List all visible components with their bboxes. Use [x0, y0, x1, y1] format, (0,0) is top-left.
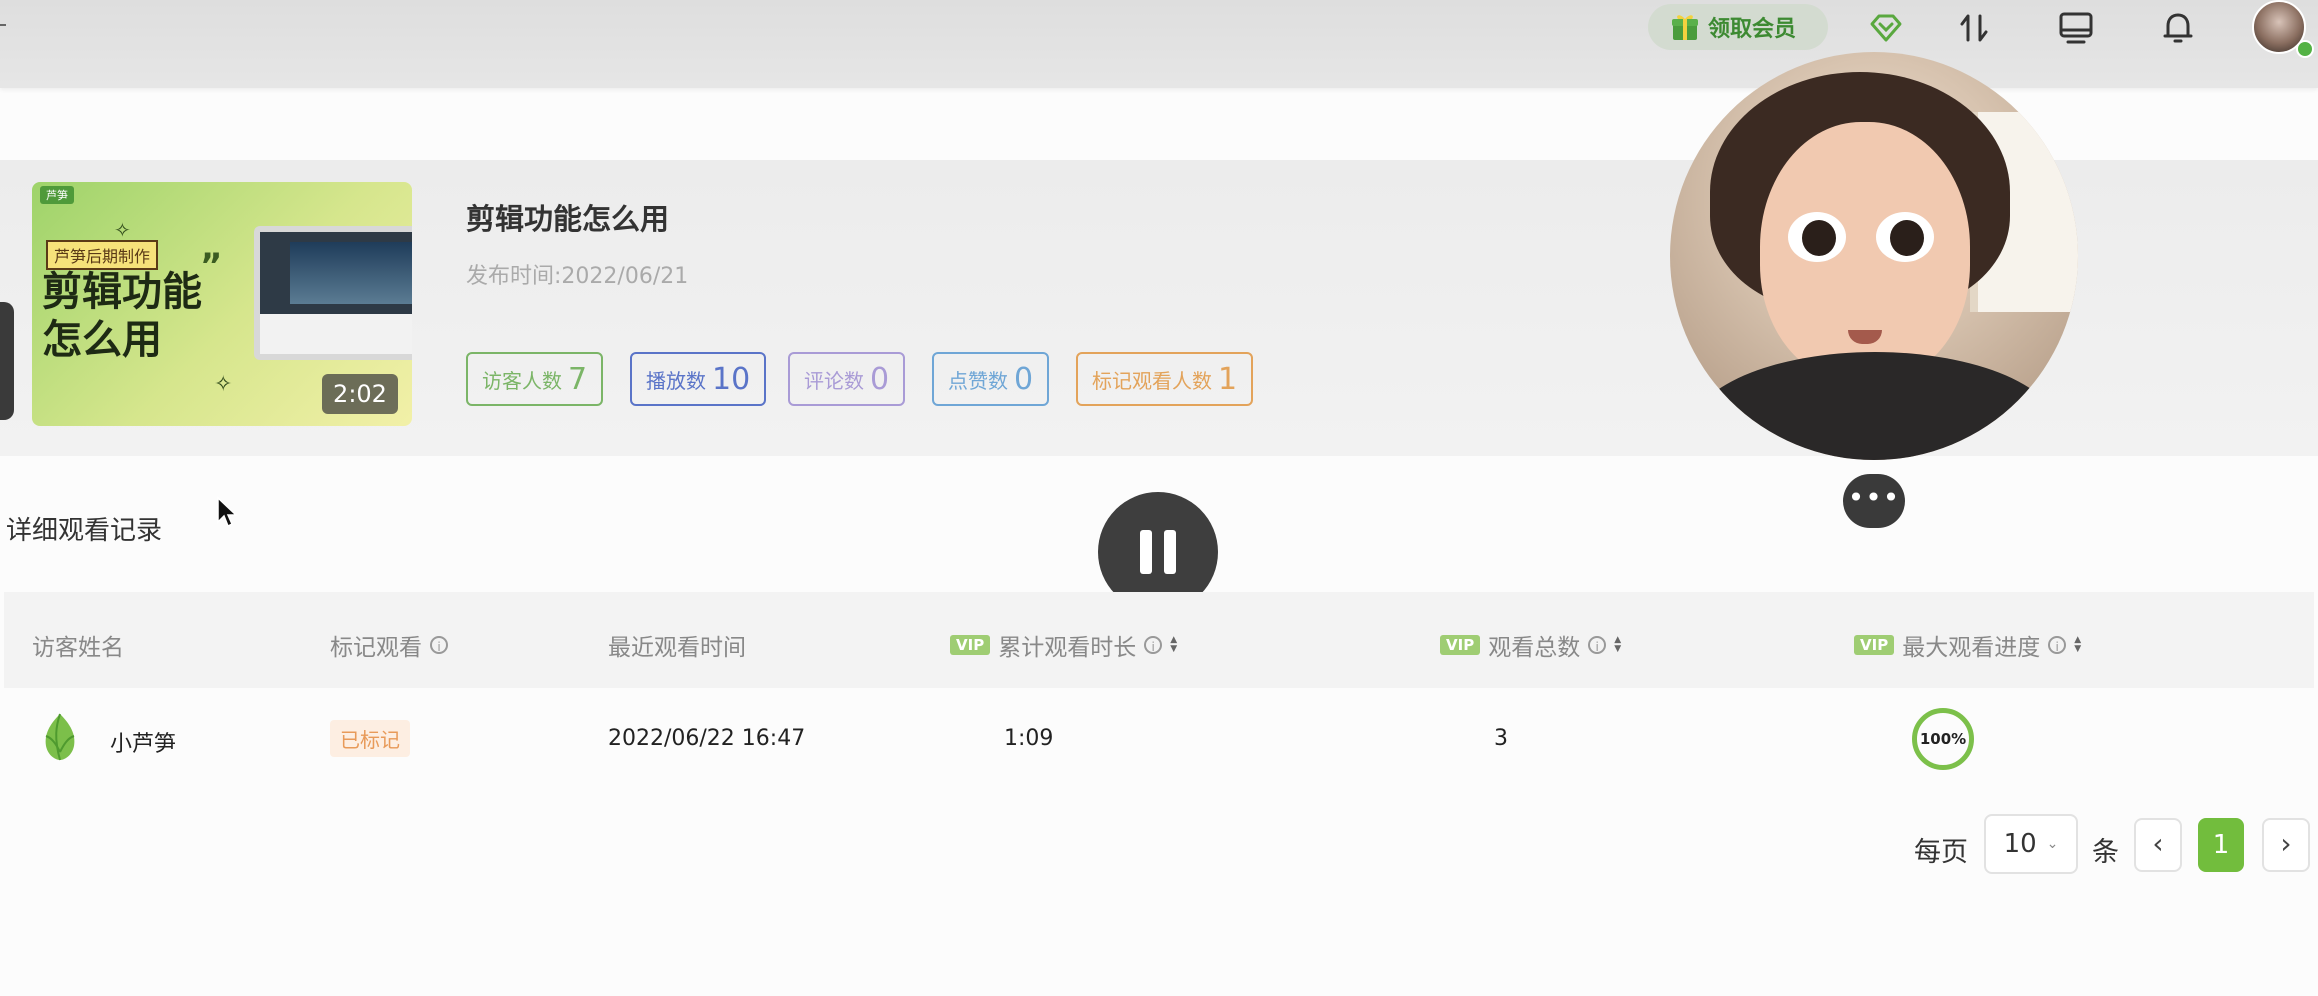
- stat-comments: 评论数 0: [788, 352, 906, 406]
- max-progress-ring: 100%: [1912, 708, 1974, 770]
- column-header-total-count: VIP 观看总数 i ▲ ▼: [1440, 628, 1621, 662]
- vip-badge: VIP: [1440, 635, 1481, 655]
- publish-date: 2022/06/21: [561, 264, 689, 289]
- stat-value: 7: [568, 361, 588, 397]
- column-label: 最近观看时间: [608, 635, 746, 661]
- side-collapse-tab[interactable]: [0, 302, 14, 420]
- info-icon[interactable]: i: [2048, 636, 2067, 654]
- page-size-select[interactable]: 10 ⌄: [1984, 814, 2078, 874]
- sort-icon[interactable]: ▲ ▼: [1614, 636, 1621, 654]
- more-options-button[interactable]: •••: [1843, 474, 1905, 528]
- info-icon[interactable]: i: [1144, 636, 1163, 654]
- thumb-quote: ”: [200, 246, 223, 286]
- page-size-value: 10: [2003, 829, 2037, 859]
- last-watch-time: 2022/06/22 16:47: [608, 726, 806, 751]
- sort-icon[interactable]: ▲ ▼: [1170, 636, 1177, 654]
- stat-value: 1: [1218, 361, 1238, 397]
- video-thumbnail[interactable]: 芦笋 ✧ 芦笋后期制作 剪辑功能 怎么用 ” ✧ 2:02: [32, 182, 412, 426]
- diamond-icon[interactable]: [1866, 8, 1906, 48]
- thumb-title-line2: 怎么用: [42, 317, 162, 363]
- total-watch-count: 3: [1494, 726, 1508, 751]
- thumb-tag: 芦笋后期制作: [46, 240, 159, 270]
- claim-vip-label: 领取会员: [1708, 17, 1797, 42]
- stat-label: 评论数: [804, 368, 864, 393]
- stat-visitors: 访客人数 7: [466, 352, 604, 406]
- column-label: 访客姓名: [32, 635, 124, 661]
- webcam-bubble[interactable]: [1670, 52, 2078, 460]
- video-title: 剪辑功能怎么用: [466, 202, 670, 236]
- column-header-last-time: 最近观看时间: [608, 628, 746, 662]
- thumb-title-line1: 剪辑功能: [42, 269, 202, 315]
- visitor-avatar: [45, 713, 75, 761]
- stat-plays: 播放数 10: [630, 352, 767, 406]
- sort-icon[interactable]: ▲ ▼: [2074, 636, 2081, 654]
- stat-label: 标记观看人数: [1092, 368, 1212, 393]
- online-status-dot: [2296, 40, 2314, 58]
- next-page-button[interactable]: ›: [2262, 818, 2310, 872]
- stat-value: 0: [870, 361, 890, 397]
- mouse-cursor-icon: [217, 496, 238, 528]
- thumb-brand: 芦笋: [40, 186, 74, 204]
- publish-time: 发布时间:2022/06/21: [466, 258, 688, 290]
- sparkle-icon: ✧: [114, 218, 131, 242]
- column-header-marked: 标记观看 i: [330, 628, 448, 662]
- sort-arrows-icon[interactable]: [1954, 8, 1994, 48]
- current-page-button[interactable]: 1: [2198, 818, 2244, 872]
- prev-page-button[interactable]: ‹: [2134, 818, 2182, 872]
- stat-label: 播放数: [646, 368, 706, 393]
- info-icon[interactable]: i: [1588, 636, 1607, 654]
- stat-label: 点赞数: [948, 368, 1008, 393]
- stat-marked-viewers: 标记观看人数 1: [1076, 352, 1254, 406]
- stat-value: 0: [1014, 361, 1034, 397]
- vip-badge: VIP: [1854, 635, 1895, 655]
- section-title: 详细观看记录: [6, 516, 163, 546]
- publish-label: 发布时间:: [466, 264, 562, 289]
- monitor-icon[interactable]: [2056, 8, 2096, 48]
- chevron-down-icon: ⌄: [2046, 836, 2059, 852]
- vip-badge: VIP: [950, 635, 991, 655]
- thumb-title: 剪辑功能 怎么用: [42, 268, 202, 364]
- column-label: 标记观看: [330, 635, 422, 661]
- video-duration: 2:02: [322, 374, 398, 414]
- column-label: 最大观看进度: [1902, 635, 2041, 661]
- stat-value: 10: [712, 361, 751, 397]
- marked-badge: 已标记: [330, 720, 410, 757]
- column-label: 累计观看时长: [998, 635, 1137, 661]
- gift-icon: [1672, 15, 1698, 40]
- thumb-monitor-graphic: [254, 226, 412, 360]
- window-control[interactable]: [0, 24, 6, 26]
- sparkle-icon: ✧: [214, 372, 233, 397]
- total-watch-duration: 1:09: [1004, 726, 1054, 751]
- per-page-label: 每页: [1914, 837, 1968, 868]
- stat-likes: 点赞数 0: [932, 352, 1050, 406]
- column-header-max-progress: VIP 最大观看进度 i ▲ ▼: [1854, 628, 2081, 662]
- stat-label: 访客人数: [482, 368, 562, 393]
- per-page-unit: 条: [2092, 837, 2119, 868]
- info-icon[interactable]: i: [430, 636, 448, 654]
- column-header-total-duration: VIP 累计观看时长 i ▲ ▼: [950, 628, 1177, 662]
- visitor-name[interactable]: 小芦笋: [110, 726, 176, 758]
- column-header-name: 访客姓名: [32, 628, 124, 662]
- claim-vip-button[interactable]: 领取会员: [1648, 4, 1828, 50]
- column-label: 观看总数: [1488, 635, 1581, 661]
- bell-icon[interactable]: [2158, 8, 2198, 48]
